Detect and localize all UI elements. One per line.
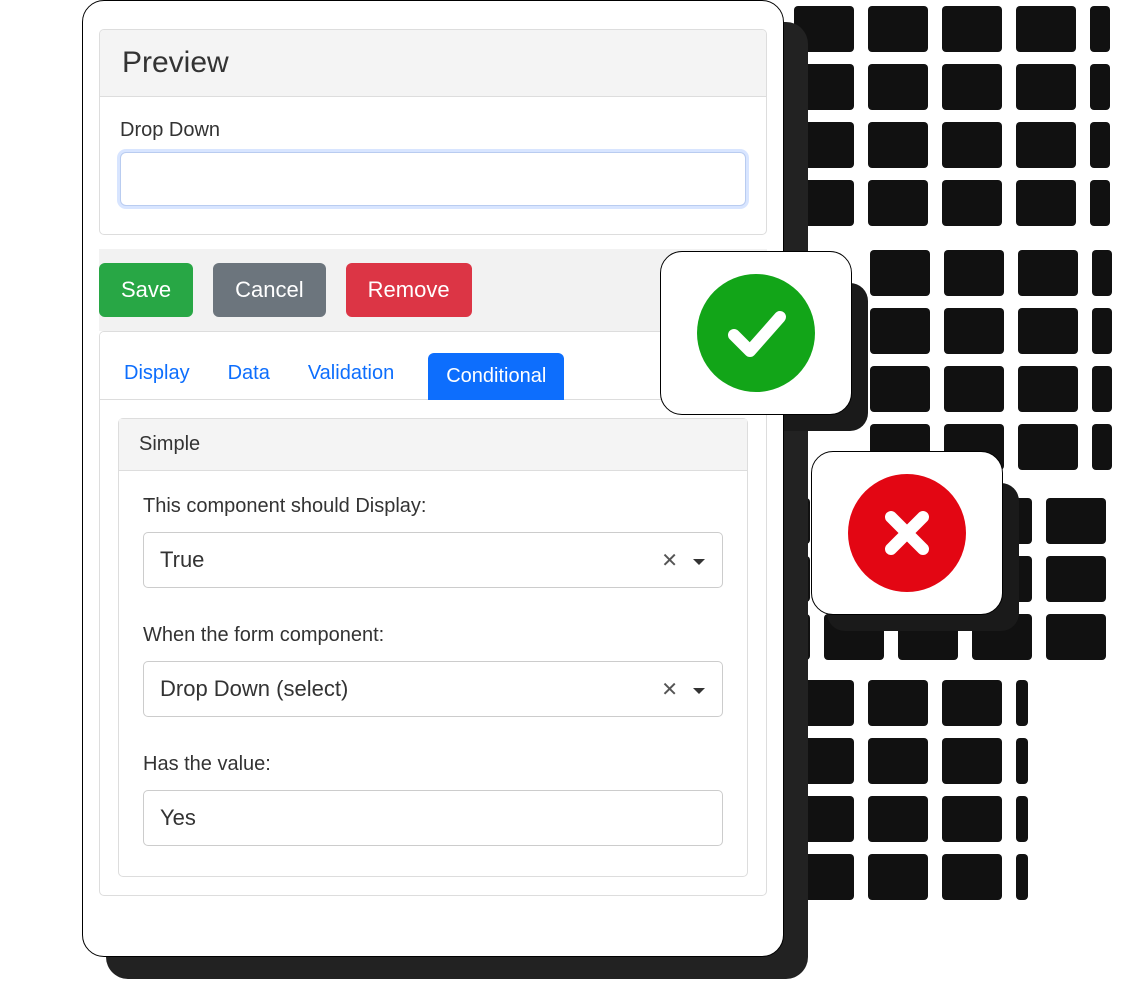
save-button[interactable]: Save	[99, 263, 193, 317]
value-group: Has the value:	[143, 753, 723, 846]
display-select-value: True	[160, 547, 661, 573]
check-circle-icon	[697, 274, 815, 392]
dropdown-field-label: Drop Down	[120, 119, 746, 142]
display-label: This component should Display:	[143, 495, 723, 518]
display-group: This component should Display: True ✕	[143, 495, 723, 588]
cancel-button[interactable]: Cancel	[213, 263, 325, 317]
background-pattern	[870, 250, 1112, 482]
chevron-down-icon	[692, 547, 706, 573]
tab-conditional-body: Simple This component should Display: Tr…	[100, 400, 766, 895]
tab-validation[interactable]: Validation	[304, 352, 398, 399]
simple-header: Simple	[119, 419, 747, 471]
component-editor-card: Preview Drop Down Save Cancel Remove Dis…	[82, 0, 784, 957]
settings-tabs-container: Display Data Validation Conditional Simp…	[99, 331, 767, 896]
preview-header: Preview	[100, 30, 766, 97]
when-label: When the form component:	[143, 624, 723, 647]
simple-body: This component should Display: True ✕ Wh…	[119, 471, 747, 876]
when-select[interactable]: Drop Down (select) ✕	[143, 661, 723, 717]
background-pattern	[794, 680, 1028, 912]
clear-icon[interactable]: ✕	[661, 677, 678, 702]
when-group: When the form component: Drop Down (sele…	[143, 624, 723, 717]
display-select[interactable]: True ✕	[143, 532, 723, 588]
value-label: Has the value:	[143, 753, 723, 776]
clear-icon[interactable]: ✕	[661, 548, 678, 573]
tab-display[interactable]: Display	[120, 352, 194, 399]
tab-conditional[interactable]: Conditional	[428, 353, 564, 400]
preview-panel: Preview Drop Down	[99, 29, 767, 235]
error-tile	[811, 451, 1003, 615]
chevron-down-icon	[692, 676, 706, 702]
x-circle-icon	[848, 474, 966, 592]
when-select-value: Drop Down (select)	[160, 676, 661, 702]
remove-button[interactable]: Remove	[346, 263, 472, 317]
value-input[interactable]	[143, 790, 723, 846]
success-tile	[660, 251, 852, 415]
dropdown-preview-input[interactable]	[120, 152, 746, 206]
tab-data[interactable]: Data	[224, 352, 274, 399]
simple-conditional-panel: Simple This component should Display: Tr…	[118, 418, 748, 877]
background-pattern	[794, 6, 1110, 238]
preview-body: Drop Down	[100, 97, 766, 234]
